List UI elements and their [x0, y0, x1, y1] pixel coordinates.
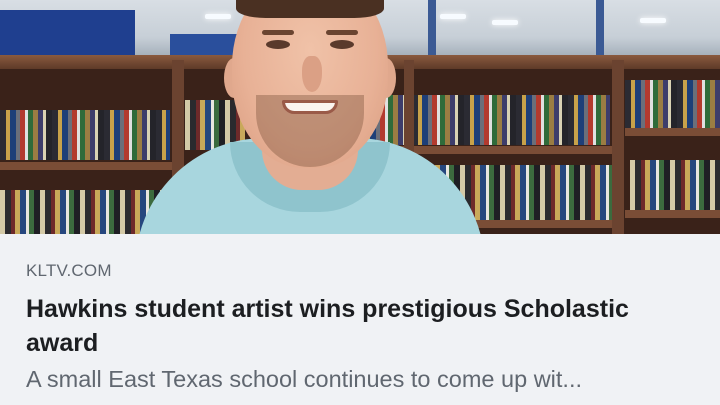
book-row [360, 95, 610, 145]
book-row [0, 110, 170, 160]
smile [282, 100, 338, 114]
link-preview-text[interactable]: KLTV.COM Hawkins student artist wins pre… [26, 234, 706, 405]
wall-panel [0, 10, 135, 60]
headline-link[interactable]: Hawkins student artist wins prestigious … [26, 292, 696, 360]
description-snippet: A small East Texas school continues to c… [26, 366, 583, 392]
preview-image[interactable] [0, 0, 720, 234]
source-domain: KLTV.COM [26, 261, 112, 280]
link-preview-card[interactable]: KLTV.COM Hawkins student artist wins pre… [0, 0, 720, 405]
book-row [630, 160, 720, 210]
hair [236, 0, 384, 18]
book-row [625, 80, 720, 130]
